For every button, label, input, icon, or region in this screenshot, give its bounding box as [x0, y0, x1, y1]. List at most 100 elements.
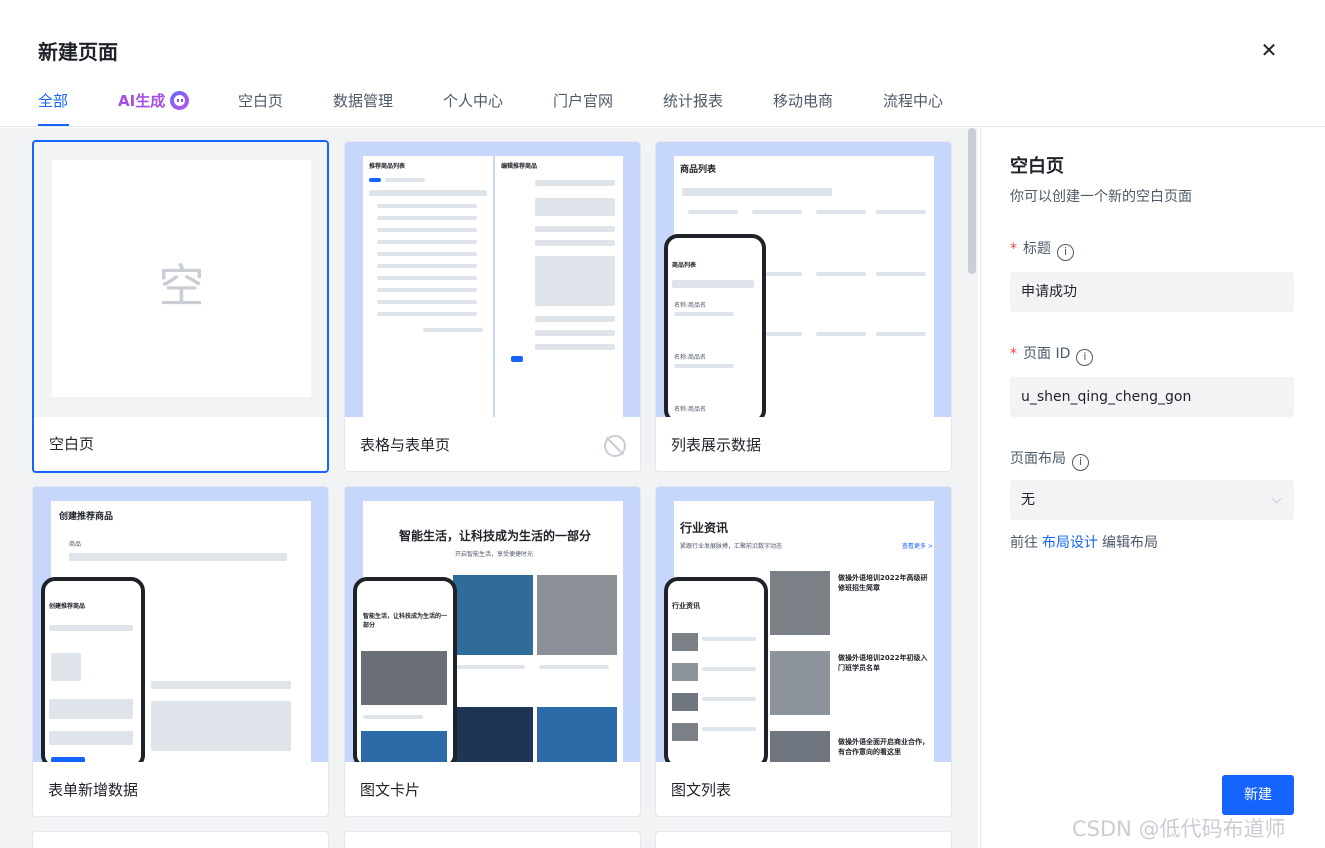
preview-line: [385, 178, 425, 182]
preview-line: [377, 288, 477, 292]
news-item-title: 做操外语培训2022年高级研修班招生简章: [838, 574, 928, 592]
preview-line: [423, 328, 483, 332]
preview-line: [455, 665, 525, 669]
blank-preview: 空: [52, 160, 311, 397]
preview-line: [49, 699, 133, 719]
tab-ai-generate-label: AI生成: [118, 92, 166, 110]
table-preview-title: 推荐商品列表: [369, 163, 406, 170]
image-block: [672, 693, 698, 711]
goto-suffix: 编辑布局: [1102, 535, 1158, 551]
template-card-label: 表单新增数据: [48, 781, 139, 799]
phone-item-title: 名称:商品名: [674, 406, 707, 413]
preview-line: [535, 180, 615, 186]
image-block: [361, 651, 447, 705]
panel-description: 你可以创建一个新的空白页面: [1010, 189, 1192, 205]
template-thumbnail: 智能生活，让科技成为生活的一部分 开启智能生活，享受便捷时光 智能生活，让科技成…: [345, 487, 640, 762]
goto-prefix: 前往: [1010, 535, 1038, 551]
preview-line: [51, 757, 85, 762]
info-icon[interactable]: i: [1072, 454, 1089, 471]
template-thumbnail: 商品列表 商品列表 名称:商品名 名称:商品名 名称:商品名: [656, 142, 951, 417]
preview-line: [369, 178, 381, 182]
preview-line: [51, 653, 81, 681]
phone-preview-title: 创建推荐商品: [49, 603, 86, 610]
template-thumbnail: 创建推荐商品 商品 创建推荐商品: [33, 487, 328, 762]
template-card-partial[interactable]: [344, 831, 641, 848]
image-block: [770, 571, 830, 635]
image-block: [672, 663, 698, 681]
phone-item-title: 名称:商品名: [674, 354, 707, 361]
create-button[interactable]: 新建: [1222, 775, 1294, 815]
template-card-image-list[interactable]: 行业资讯 紧跟行业发展脉搏，汇聚前沿数字动态 查看更多 > 做操外语培训2022…: [655, 486, 952, 817]
phone-preview-headline: 智能生活，让科技成为生活的一部分: [363, 613, 448, 629]
template-card-blank[interactable]: 空 空白页: [32, 140, 329, 473]
template-card-label: 表格与表单页: [360, 436, 451, 454]
watermark: CSDN @低代码布道师: [1072, 817, 1286, 841]
template-card-form-add[interactable]: 创建推荐商品 商品 创建推荐商品 表单新增数据: [32, 486, 329, 817]
form-preview-title: 编辑推荐商品: [501, 163, 538, 170]
layout-select-value: 无: [1021, 492, 1035, 508]
active-tab-indicator: [38, 124, 69, 126]
tab-personal-center[interactable]: 个人中心: [443, 90, 503, 111]
phone-preview-title: 行业资讯: [672, 602, 700, 610]
info-icon[interactable]: i: [1057, 244, 1074, 261]
tab-ai-generate[interactable]: AI生成: [118, 90, 190, 111]
preview-line: [69, 553, 287, 561]
news-item-title: 做操外语全面开启商业合作，有合作意向的看这里: [838, 738, 929, 756]
blank-placeholder-char: 空: [158, 259, 205, 313]
preview-line: [377, 276, 477, 280]
layout-design-link[interactable]: 布局设计: [1042, 535, 1098, 551]
close-icon[interactable]: ✕: [1257, 38, 1281, 62]
image-card-subtitle: 开启智能生活，享受便捷时光: [455, 551, 534, 558]
preview-line: [876, 272, 926, 276]
preview-line: [377, 312, 477, 316]
info-icon[interactable]: i: [1076, 349, 1094, 366]
preview-line: [369, 190, 487, 196]
preview-line: [511, 356, 523, 362]
template-thumbnail: 行业资讯 紧跟行业发展脉搏，汇聚前沿数字动态 查看更多 > 做操外语培训2022…: [656, 487, 951, 762]
image-block: [453, 707, 533, 762]
template-thumbnail: 推荐商品列表 编辑推荐商品: [345, 142, 640, 417]
new-page-dialog: 新建页面 ✕ 全部 AI生成 空白页 数据管理 个人中心 门户官网 统计报表 移…: [0, 0, 1325, 848]
form-preview: 编辑推荐商品: [495, 156, 623, 417]
image-block: [453, 575, 533, 655]
preview-line: [535, 316, 615, 322]
tab-mobile-commerce[interactable]: 移动电商: [773, 90, 833, 111]
tab-process-center[interactable]: 流程中心: [883, 90, 943, 111]
template-card-label: 图文列表: [671, 781, 732, 799]
image-card-headline: 智能生活，让科技成为生活的一部分: [399, 529, 592, 543]
gallery-scrollbar[interactable]: [968, 128, 976, 274]
phone-preview: 创建推荐商品: [41, 577, 145, 762]
tab-all[interactable]: 全部: [38, 90, 68, 111]
tab-data-management[interactable]: 数据管理: [333, 90, 393, 111]
image-block: [537, 575, 617, 655]
ai-robot-icon: [170, 91, 190, 110]
phone-preview: 智能生活，让科技成为生活的一部分: [353, 577, 457, 762]
preview-line: [674, 312, 734, 316]
template-card-list[interactable]: 商品列表 商品列表 名称:商品名 名称:商品名 名称:商品名 列表展示数据: [655, 141, 952, 472]
template-card-label: 列表展示数据: [671, 436, 762, 454]
preview-line: [535, 240, 615, 246]
list-preview-title: 商品列表: [680, 165, 717, 175]
template-card-image-cards[interactable]: 智能生活，让科技成为生活的一部分 开启智能生活，享受便捷时光 智能生活，让科技成…: [344, 486, 641, 817]
title-input[interactable]: 申请成功: [1010, 272, 1294, 312]
page-id-input[interactable]: u_shen_qing_cheng_gon: [1010, 377, 1294, 417]
title-field-label: * 标题 i: [1010, 238, 1074, 261]
template-card-partial[interactable]: [32, 831, 329, 848]
preview-line: [535, 344, 615, 350]
tab-blank[interactable]: 空白页: [238, 90, 283, 111]
preview-line: [816, 210, 866, 214]
preview-line: [377, 228, 477, 232]
unlink-icon: [604, 435, 626, 457]
preview-line: [688, 210, 738, 214]
tab-portal[interactable]: 门户官网: [553, 90, 613, 111]
preview-line: [363, 715, 423, 719]
image-block: [537, 707, 617, 762]
tab-statistics[interactable]: 统计报表: [663, 90, 723, 111]
preview-line: [151, 701, 291, 751]
template-card-partial[interactable]: [655, 831, 952, 848]
layout-select[interactable]: 无: [1010, 480, 1294, 520]
template-card-table-form[interactable]: 推荐商品列表 编辑推荐商品 表格与表单页: [344, 141, 641, 472]
preview-line: [674, 364, 734, 368]
news-item-title: 做操外语培训2022年初级入门班学员名单: [838, 654, 928, 672]
table-preview: 推荐商品列表: [363, 156, 493, 417]
